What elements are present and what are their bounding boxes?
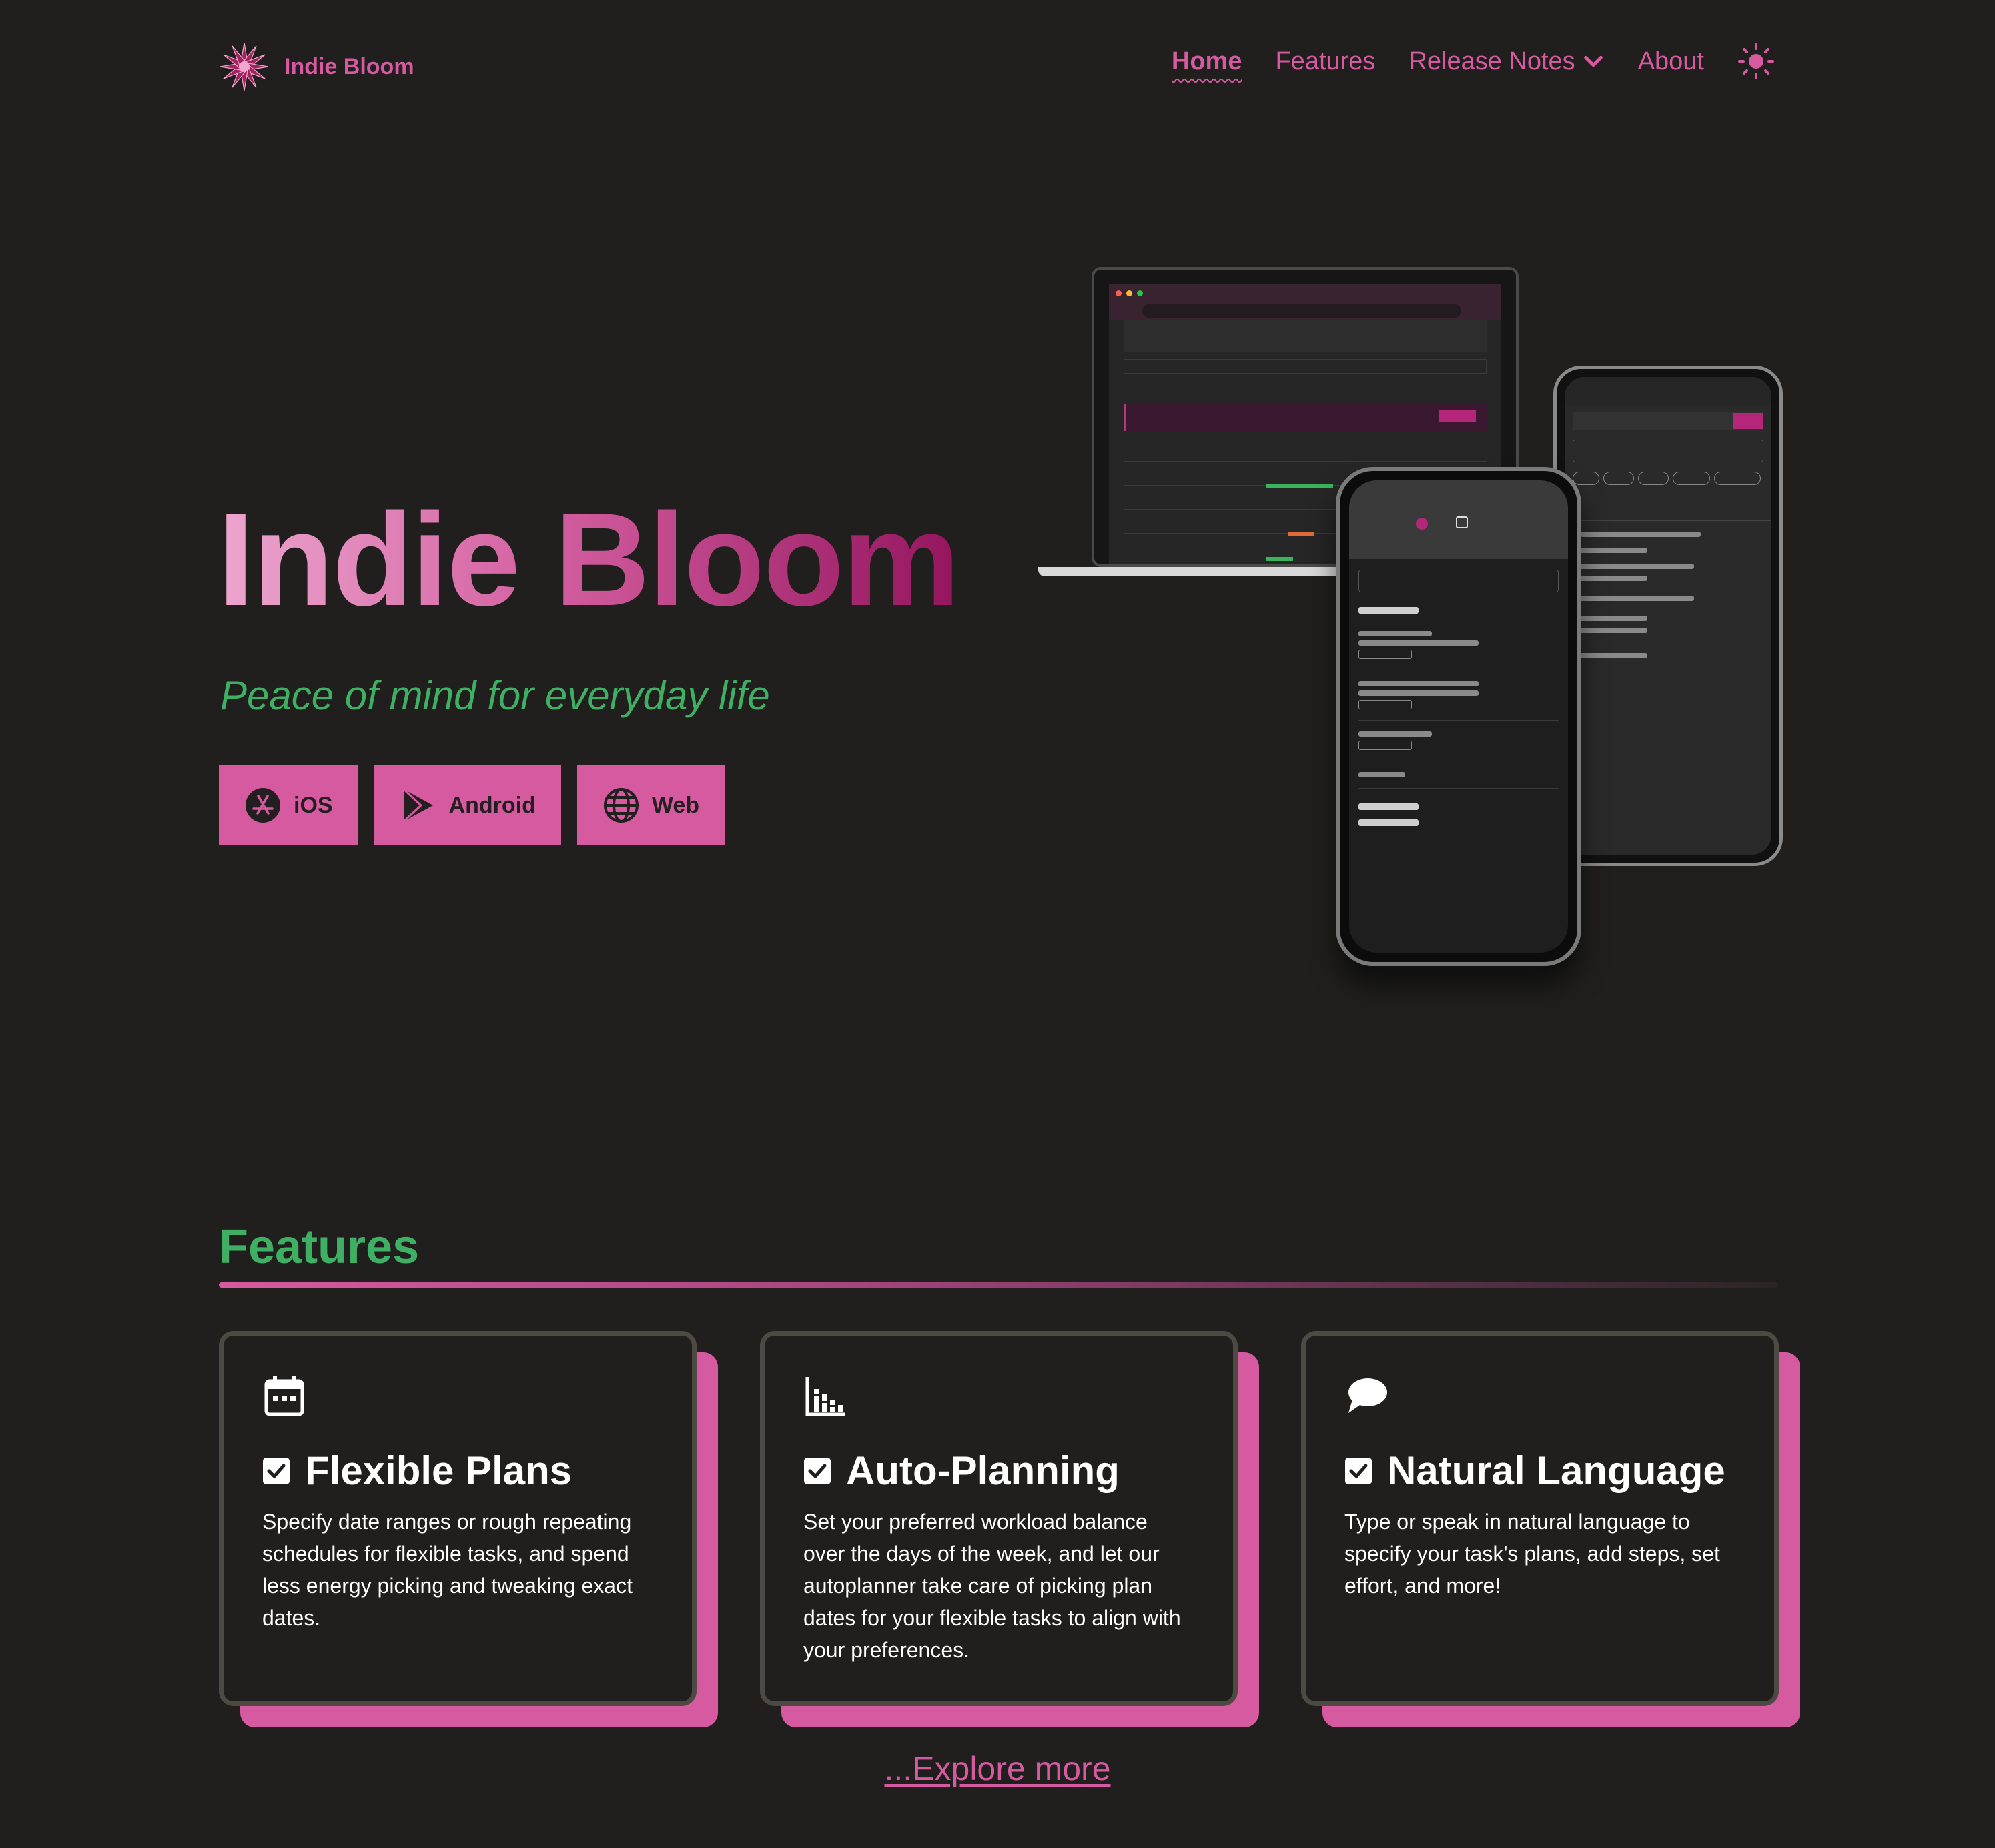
explore-more-link[interactable]: ...Explore more (0, 1749, 1995, 1788)
device-mockups (1034, 260, 1783, 981)
iphone-mockup (1336, 467, 1581, 966)
platform-buttons: iOS Android Web (219, 765, 725, 845)
ios-button[interactable]: iOS (219, 765, 358, 845)
nav-about-link[interactable]: About (1638, 47, 1704, 76)
feature-card-description: Set your preferred workload balance over… (803, 1510, 1181, 1662)
chevron-down-icon (1583, 55, 1603, 67)
calendar-icon (264, 1376, 304, 1416)
android-button-label: Android (448, 792, 536, 818)
nav-features-link[interactable]: Features (1275, 47, 1375, 76)
feature-card-auto-planning: Auto-Planning Set your preferred workloa… (760, 1331, 1259, 1727)
app-store-icon (246, 788, 280, 823)
nav-release-notes-dropdown[interactable]: Release Notes (1409, 47, 1604, 76)
sun-icon[interactable] (1737, 43, 1775, 80)
nav-home-link[interactable]: Home (1172, 47, 1242, 76)
feature-card-description: Specify date ranges or rough repeating s… (262, 1510, 633, 1630)
android-phone-mockup (1553, 366, 1783, 866)
checkbox-checked-icon (1345, 1457, 1372, 1484)
speech-bubble-icon (1348, 1378, 1387, 1413)
features-heading: Features (219, 1220, 420, 1274)
google-play-icon (402, 788, 433, 823)
laptop-base (1038, 567, 1358, 576)
feature-card-title: Natural Language (1344, 1448, 1735, 1494)
android-button[interactable]: Android (374, 765, 561, 845)
features-divider (219, 1282, 1777, 1288)
web-button[interactable]: Web (576, 765, 725, 845)
ios-button-label: iOS (294, 792, 333, 818)
feature-card-description: Type or speak in natural language to spe… (1344, 1510, 1720, 1598)
nav-release-notes-link[interactable]: Release Notes (1409, 47, 1575, 76)
web-button-label: Web (651, 792, 700, 818)
flower-logo-icon (220, 42, 269, 91)
feature-card-title: Flexible Plans (262, 1448, 653, 1494)
bar-chart-icon (805, 1377, 845, 1416)
brand-name: Indie Bloom (284, 53, 414, 79)
checkbox-checked-icon (263, 1457, 290, 1484)
main-nav: Home Features Release Notes About (1172, 43, 1775, 80)
brand-logo[interactable]: Indie Bloom (218, 40, 414, 93)
feature-card-title: Auto-Planning (803, 1448, 1194, 1494)
globe-icon (603, 788, 639, 823)
feature-card-flexible-plans: Flexible Plans Specify date ranges or ro… (219, 1331, 718, 1727)
feature-card-natural-language: Natural Language Type or speak in natura… (1301, 1331, 1800, 1727)
hero-title: Indie Bloom (218, 486, 960, 633)
checkbox-checked-icon (804, 1457, 831, 1484)
hero-subtitle: Peace of mind for everyday life (220, 673, 770, 718)
